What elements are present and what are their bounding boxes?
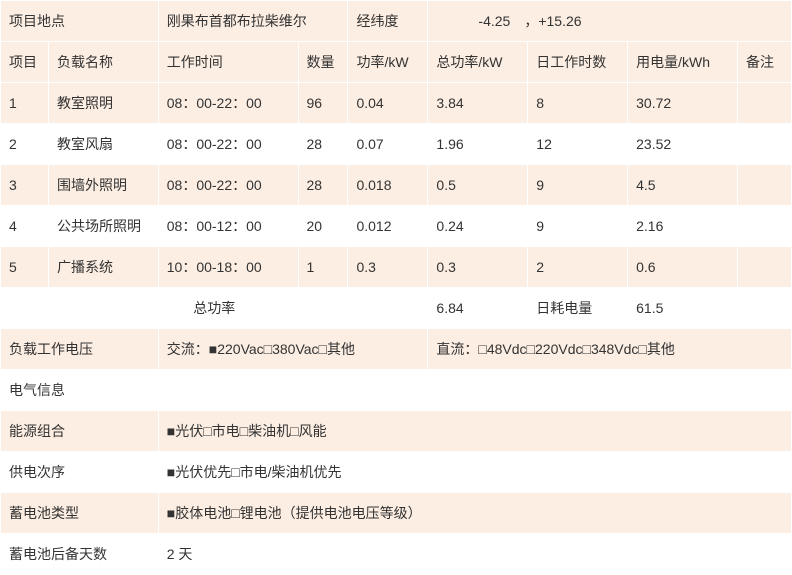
label-battery-type: 蓄电池类型 (1, 493, 159, 534)
cell-note (738, 165, 792, 206)
cell-name: 教室风扇 (48, 124, 158, 165)
cell-energy: 2.16 (628, 206, 738, 247)
value-total-power: 6.84 (428, 288, 528, 329)
cell-note (738, 124, 792, 165)
cell-power: 0.018 (348, 165, 428, 206)
label-project-location: 项目地点 (1, 1, 159, 42)
cell-hours: 2 (528, 247, 628, 288)
label-load-voltage: 负载工作电压 (1, 329, 159, 370)
cell-total: 0.5 (428, 165, 528, 206)
load-table: 项目地点 刚果布首都布拉柴维尔 经纬度 -4.25 ，+15.26 项目 负载名… (0, 0, 792, 575)
cell-hours: 12 (528, 124, 628, 165)
cell-total: 0.3 (428, 247, 528, 288)
cell-name: 广播系统 (48, 247, 158, 288)
value-energy-combo: ■光伏□市电□柴油机□风能 (158, 411, 791, 452)
value-coords: -4.25 ，+15.26 (428, 1, 792, 42)
cell-name: 围墙外照明 (48, 165, 158, 206)
label-coords: 经纬度 (348, 1, 428, 42)
cell-total: 0.24 (428, 206, 528, 247)
cell-energy: 0.6 (628, 247, 738, 288)
cell-energy: 23.52 (628, 124, 738, 165)
cell-time: 08：00-22：00 (158, 165, 298, 206)
cell-power: 0.04 (348, 83, 428, 124)
cell-hours: 8 (528, 83, 628, 124)
cell-hours: 9 (528, 206, 628, 247)
cell-power: 0.012 (348, 206, 428, 247)
value-battery-type: ■胶体电池□锂电池（提供电池电压等级） (158, 493, 791, 534)
cell-qty: 96 (298, 83, 348, 124)
cell-energy: 4.5 (628, 165, 738, 206)
cell-total: 1.96 (428, 124, 528, 165)
cell-note (738, 83, 792, 124)
cell-note (738, 247, 792, 288)
col-item: 项目 (1, 42, 49, 83)
cell-name: 教室照明 (48, 83, 158, 124)
value-ac-voltage: 交流：■220Vac□380Vac□其他 (158, 329, 428, 370)
value-battery-backup: 2 天 (158, 534, 791, 575)
cell-total: 3.84 (428, 83, 528, 124)
col-daily-hours: 日工作时数 (528, 42, 628, 83)
cell-name: 公共场所照明 (48, 206, 158, 247)
label-elec-info: 电气信息 (1, 370, 792, 411)
cell-id: 4 (1, 206, 49, 247)
cell-qty: 20 (298, 206, 348, 247)
col-load-name: 负载名称 (48, 42, 158, 83)
cell-time: 08：00-12：00 (158, 206, 298, 247)
table-row: 1 教室照明 08：00-22：00 96 0.04 3.84 8 30.72 (1, 83, 792, 124)
value-project-location: 刚果布首都布拉柴维尔 (158, 1, 348, 42)
value-daily-energy: 61.5 (628, 288, 738, 329)
cell-time: 08：00-22：00 (158, 83, 298, 124)
cell-energy: 30.72 (628, 83, 738, 124)
cell-time: 10：00-18：00 (158, 247, 298, 288)
col-work-time: 工作时间 (158, 42, 298, 83)
cell-power: 0.07 (348, 124, 428, 165)
value-dc-voltage: 直流：□48Vdc□220Vdc□348Vdc□其他 (428, 329, 792, 370)
cell-qty: 28 (298, 165, 348, 206)
cell-time: 08：00-22：00 (158, 124, 298, 165)
cell-hours: 9 (528, 165, 628, 206)
col-note: 备注 (738, 42, 792, 83)
label-total-power: 总功率 (1, 288, 428, 329)
table-row: 4 公共场所照明 08：00-12：00 20 0.012 0.24 9 2.1… (1, 206, 792, 247)
cell-power: 0.3 (348, 247, 428, 288)
cell-id: 3 (1, 165, 49, 206)
table-row: 3 围墙外照明 08：00-22：00 28 0.018 0.5 9 4.5 (1, 165, 792, 206)
cell-qty: 1 (298, 247, 348, 288)
table-row: 2 教室风扇 08：00-22：00 28 0.07 1.96 12 23.52 (1, 124, 792, 165)
cell-note (738, 288, 792, 329)
cell-qty: 28 (298, 124, 348, 165)
label-daily-energy: 日耗电量 (528, 288, 628, 329)
col-total-power: 总功率/kW (428, 42, 528, 83)
label-battery-backup: 蓄电池后备天数 (1, 534, 159, 575)
col-energy: 用电量/kWh (628, 42, 738, 83)
cell-id: 2 (1, 124, 49, 165)
cell-id: 1 (1, 83, 49, 124)
cell-note (738, 206, 792, 247)
col-qty: 数量 (298, 42, 348, 83)
value-power-order: ■光伏优先□市电/柴油机优先 (158, 452, 791, 493)
col-power: 功率/kW (348, 42, 428, 83)
label-power-order: 供电次序 (1, 452, 159, 493)
table-row: 5 广播系统 10：00-18：00 1 0.3 0.3 2 0.6 (1, 247, 792, 288)
cell-id: 5 (1, 247, 49, 288)
label-energy-combo: 能源组合 (1, 411, 159, 452)
